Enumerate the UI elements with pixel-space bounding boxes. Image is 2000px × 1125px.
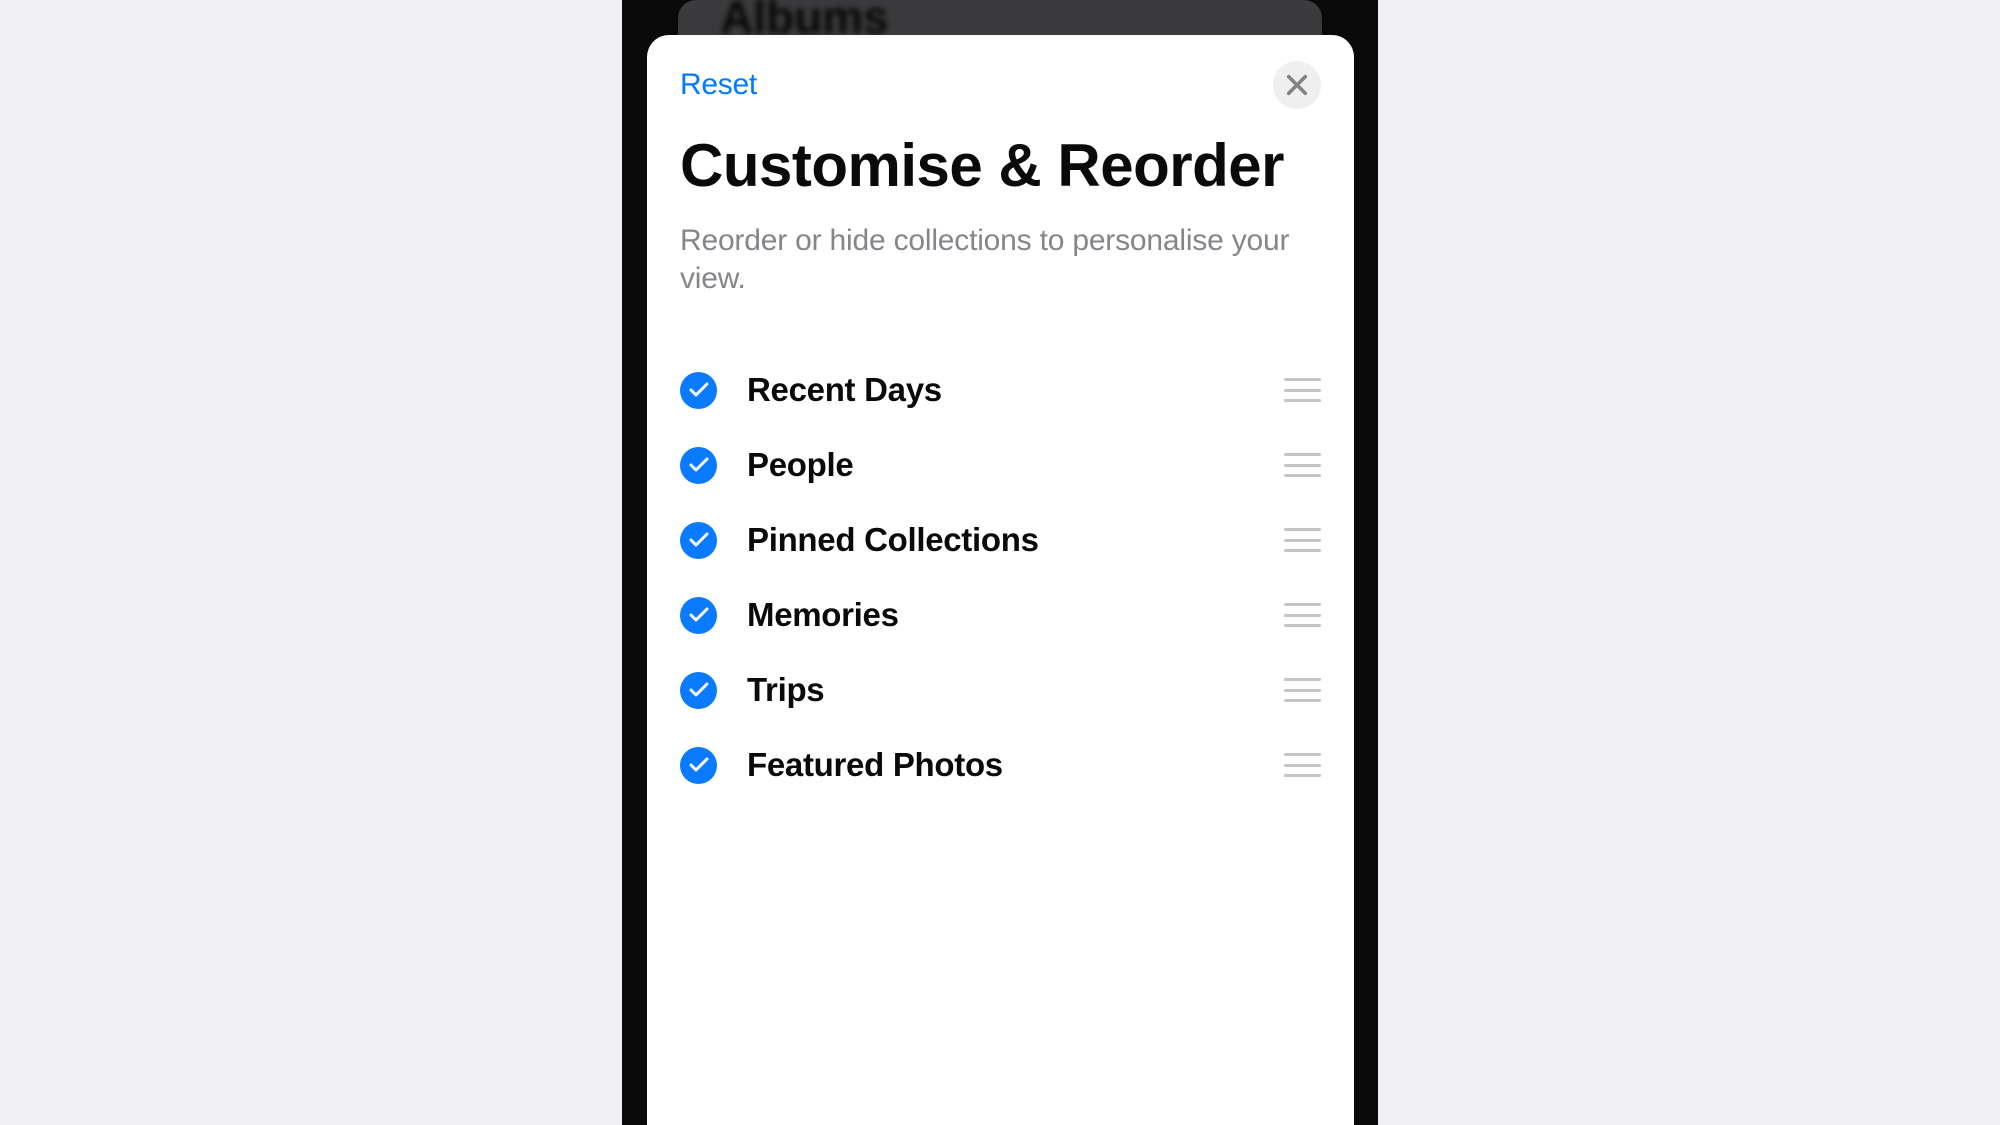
item-label: People [747, 446, 1284, 484]
checkmark-icon [689, 382, 709, 398]
item-label: Trips [747, 671, 1284, 709]
checkbox[interactable] [680, 672, 717, 709]
checkbox[interactable] [680, 372, 717, 409]
checkmark-icon [689, 757, 709, 773]
item-label: Featured Photos [747, 746, 1284, 784]
checkmark-icon [689, 682, 709, 698]
close-button[interactable] [1273, 61, 1321, 109]
checkmark-icon [689, 607, 709, 623]
checkbox[interactable] [680, 447, 717, 484]
checkbox[interactable] [680, 522, 717, 559]
checkmark-icon [689, 532, 709, 548]
list-item-pinned-collections[interactable]: Pinned Collections [680, 503, 1321, 578]
modal-subtitle: Reorder or hide collections to personali… [680, 222, 1321, 299]
checkmark-icon [689, 457, 709, 473]
phone-frame: Albums Reset Customise & Reorder Reorder… [622, 0, 1378, 1125]
drag-handle-icon[interactable] [1284, 528, 1321, 552]
collections-list: Recent Days People [680, 353, 1321, 803]
list-item-trips[interactable]: Trips [680, 653, 1321, 728]
drag-handle-icon[interactable] [1284, 453, 1321, 477]
modal-header: Reset [680, 61, 1321, 109]
checkbox[interactable] [680, 597, 717, 634]
close-icon [1286, 74, 1308, 96]
reset-button[interactable]: Reset [680, 68, 757, 102]
list-item-recent-days[interactable]: Recent Days [680, 353, 1321, 428]
list-item-people[interactable]: People [680, 428, 1321, 503]
drag-handle-icon[interactable] [1284, 678, 1321, 702]
list-item-memories[interactable]: Memories [680, 578, 1321, 653]
drag-handle-icon[interactable] [1284, 603, 1321, 627]
modal-title: Customise & Reorder [680, 131, 1321, 200]
item-label: Pinned Collections [747, 521, 1284, 559]
item-label: Recent Days [747, 371, 1284, 409]
drag-handle-icon[interactable] [1284, 378, 1321, 402]
customise-reorder-modal: Reset Customise & Reorder Reorder or hid… [647, 35, 1354, 1125]
drag-handle-icon[interactable] [1284, 753, 1321, 777]
checkbox[interactable] [680, 747, 717, 784]
list-item-featured-photos[interactable]: Featured Photos [680, 728, 1321, 803]
item-label: Memories [747, 596, 1284, 634]
